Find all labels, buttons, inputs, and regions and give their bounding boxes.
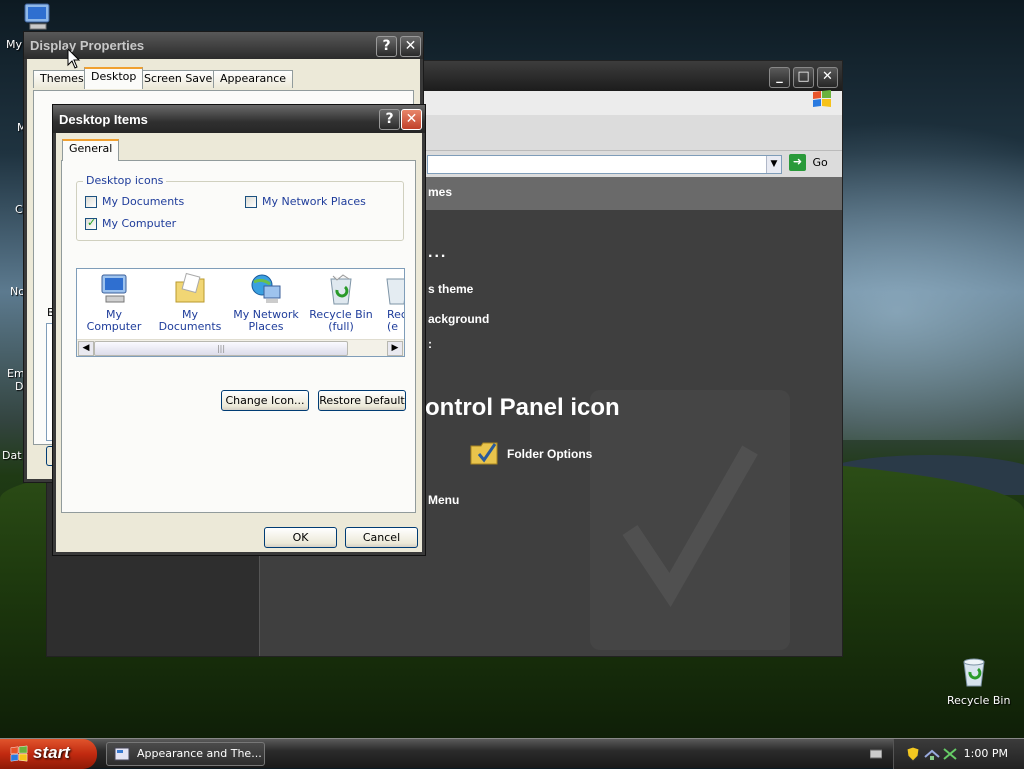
recycle-bin-label[interactable]: Recycle Bin (947, 694, 1010, 707)
list-item[interactable]: My Documents (154, 272, 226, 333)
checkbox-box[interactable] (245, 195, 257, 208)
tab-general[interactable]: General (62, 139, 120, 161)
heading-dots: ... (428, 244, 448, 261)
restore-default-button[interactable]: Restore Default (318, 390, 406, 411)
icon-label: Rec (e (387, 308, 405, 333)
recycle-bin-full-icon (323, 272, 359, 306)
network-places-icon (248, 272, 284, 306)
taskbar: start Appearance and The... 1:00 PM (0, 738, 1024, 769)
theme-link[interactable]: s theme (428, 282, 473, 296)
display-properties-titlebar[interactable]: Display Properties ? ✕ (24, 32, 423, 59)
list-item[interactable]: Recycle Bin (full) (305, 272, 377, 333)
icon-label: My Network Places (233, 308, 299, 333)
horizontal-scrollbar[interactable]: ◀ ||| ▶ (77, 339, 404, 356)
keyboard-icon[interactable] (870, 748, 882, 760)
checkbox-label[interactable]: My Network Places (262, 195, 366, 208)
windows-logo-icon (813, 90, 831, 107)
help-button[interactable]: ? (376, 36, 397, 57)
go-label: Go (812, 156, 828, 169)
minimize-button[interactable]: _ (769, 67, 790, 88)
list-item[interactable]: Rec (e (369, 272, 405, 333)
checkbox-my-network-places[interactable]: My Network Places (245, 195, 366, 208)
desktop-items-body: General Desktop icons My Documents My Ne… (56, 133, 422, 552)
scrollbar-thumb[interactable]: ||| (94, 341, 348, 356)
checkbox-my-computer[interactable]: My Computer (85, 216, 176, 230)
recycle-bin-empty-icon (379, 272, 404, 306)
desktop-icons-group: Desktop icons My Documents My Network Pl… (76, 174, 404, 241)
mouse-cursor-icon (67, 48, 81, 69)
windows-logo-icon (10, 745, 28, 762)
menu-link[interactable]: Menu (428, 493, 459, 507)
tab-screen-saver[interactable]: Screen Saver (137, 70, 224, 88)
system-tray: 1:00 PM (893, 739, 1024, 769)
list-item[interactable]: My Network Places (230, 272, 302, 333)
tab-themes[interactable]: Themes (33, 70, 91, 88)
icon-list[interactable]: My Computer My Documents My Network Plac… (76, 268, 405, 357)
tab-desktop[interactable]: Desktop (84, 67, 144, 89)
close-button[interactable]: ✕ (401, 109, 422, 130)
go-button[interactable]: ➜ Go (789, 154, 835, 174)
background-link[interactable]: ackground (428, 312, 489, 326)
list-item[interactable]: My Computer (78, 272, 150, 333)
ok-button[interactable]: OK (264, 527, 337, 548)
desktop-icon-label[interactable]: Dat (2, 449, 22, 462)
desktop-items-dialog[interactable]: Desktop Items ? ✕ General Desktop icons … (52, 104, 426, 556)
security-shield-icon[interactable] (906, 746, 920, 762)
colon-fragment: : (428, 337, 432, 351)
clock[interactable]: 1:00 PM (964, 747, 1008, 760)
my-computer-icon (96, 272, 132, 306)
folder-options-link[interactable]: Folder Options (507, 447, 592, 461)
taskbar-item-appearance[interactable]: Appearance and The... (106, 742, 265, 766)
safely-remove-hardware-icon[interactable] (942, 747, 958, 761)
checkbox-label[interactable]: My Computer (102, 217, 176, 230)
checkbox-box[interactable] (85, 195, 97, 208)
watermark-icon (590, 390, 790, 650)
change-icon-button[interactable]: Change Icon... (221, 390, 309, 411)
address-input[interactable]: ▼ (427, 155, 782, 174)
control-panel-icon (114, 747, 130, 761)
my-documents-icon (172, 272, 208, 306)
icon-label: Recycle Bin (full) (309, 308, 373, 333)
scroll-left-arrow-icon[interactable]: ◀ (78, 341, 94, 356)
icon-label: My Documents (158, 308, 222, 333)
desktop-items-titlebar[interactable]: Desktop Items ? ✕ (53, 105, 425, 133)
start-button[interactable]: start (0, 739, 97, 769)
cancel-button[interactable]: Cancel (345, 527, 418, 548)
group-label: Desktop icons (83, 174, 167, 187)
dialog-title: Desktop Items (59, 112, 148, 127)
checkbox-label[interactable]: My Documents (102, 195, 184, 208)
start-label: start (33, 743, 70, 762)
checkbox-box-checked[interactable] (85, 216, 97, 230)
folder-options-icon[interactable] (469, 438, 501, 468)
chevron-down-icon[interactable]: ▼ (766, 156, 781, 173)
desktop-icon-label[interactable]: C (15, 203, 23, 216)
close-button[interactable]: ✕ (400, 36, 421, 57)
general-tab-page: Desktop icons My Documents My Network Pl… (61, 160, 416, 513)
close-button[interactable]: ✕ (817, 67, 838, 88)
dialog-title: Display Properties (30, 38, 145, 53)
checkbox-my-documents[interactable]: My Documents (85, 195, 184, 208)
tab-appearance[interactable]: Appearance (213, 70, 294, 88)
network-icon[interactable] (924, 747, 940, 761)
icon-label: My Computer (86, 308, 142, 333)
themes-header-text: mes (428, 185, 453, 199)
recycle-bin-icon[interactable] (958, 656, 990, 691)
maximize-button[interactable]: □ (793, 67, 814, 88)
help-button[interactable]: ? (379, 109, 400, 130)
control-panel-heading: ontrol Panel icon (425, 394, 620, 421)
task-label: Appearance and The... (137, 747, 262, 760)
go-arrow-icon: ➜ (789, 154, 806, 171)
desktop-icon-label[interactable]: My (6, 38, 22, 51)
scroll-right-arrow-icon[interactable]: ▶ (387, 341, 403, 356)
